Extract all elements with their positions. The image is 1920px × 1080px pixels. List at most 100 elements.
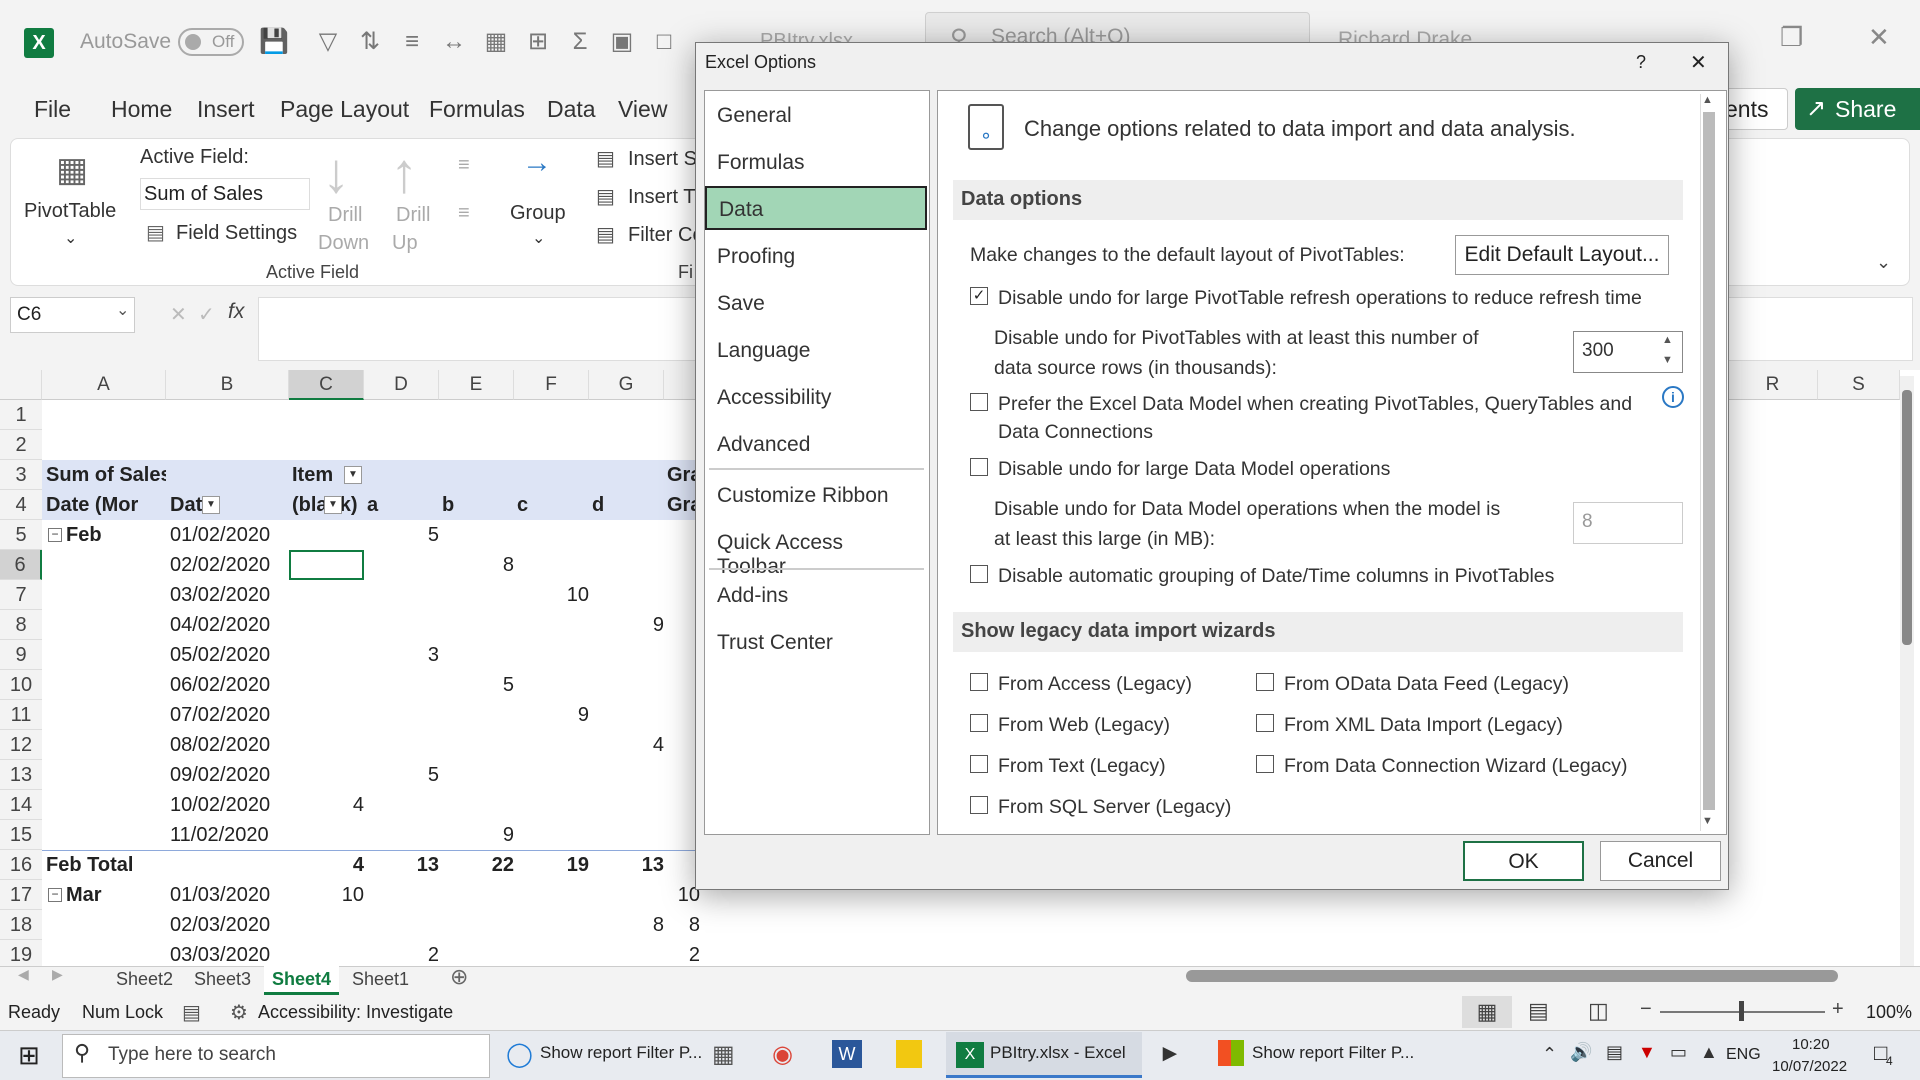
add-sheet-icon[interactable]: ⊕ (450, 964, 468, 990)
row-header[interactable]: 2 (0, 430, 42, 460)
prefer-data-model-label-line2[interactable]: Data Connections (998, 421, 1153, 444)
nav-trust-center[interactable]: Trust Center (705, 621, 927, 665)
pivot-cell[interactable]: 8 (667, 910, 700, 940)
nav-quick-access-toolbar[interactable]: Quick Access Toolbar (705, 521, 927, 578)
menu-formulas[interactable]: Formulas (429, 96, 525, 123)
dialog-close-icon[interactable]: ✕ (1690, 50, 1707, 75)
pivot-cell[interactable]: 13 (367, 850, 439, 880)
row-header[interactable]: 7 (0, 580, 42, 610)
row-header[interactable]: 12 (0, 730, 42, 760)
menu-insert[interactable]: Insert (197, 96, 255, 123)
zoom-out-icon[interactable]: − (1640, 998, 1652, 1021)
collapse-group-icon[interactable]: − (48, 528, 62, 542)
pivot-cell[interactable]: b (442, 490, 514, 520)
from-sql-server-label[interactable]: From SQL Server (Legacy) (998, 796, 1231, 819)
pivot-cell[interactable]: 13 (592, 850, 664, 880)
pivot-cell[interactable]: a (367, 490, 439, 520)
pivot-cell[interactable]: 9 (517, 700, 589, 730)
row-header[interactable]: 8 (0, 610, 42, 640)
disable-undo-model-label[interactable]: Disable undo for large Data Model operat… (998, 458, 1390, 481)
filter-connections-button[interactable]: Filter Co (628, 224, 704, 247)
restore-icon[interactable]: ❐ (1780, 22, 1803, 53)
insert-function-icon[interactable]: fx (228, 300, 244, 324)
pivot-cell[interactable]: 8 (592, 910, 664, 940)
nav-language[interactable]: Language (705, 329, 927, 373)
row-header[interactable]: 1 (0, 400, 42, 430)
options-scroll-thumb[interactable] (1703, 112, 1715, 810)
vertical-scroll-thumb[interactable] (1902, 390, 1912, 645)
row-header[interactable]: 18 (0, 910, 42, 940)
pivot-cell[interactable]: 04/02/2020 (170, 610, 289, 640)
menu-data[interactable]: Data (547, 96, 596, 123)
active-field-input[interactable]: Sum of Sales (140, 178, 310, 210)
from-data-connection-label[interactable]: From Data Connection Wizard (Legacy) (1284, 755, 1628, 778)
pivot-cell[interactable]: 19 (517, 850, 589, 880)
chevron-down-icon[interactable]: ⌄ (64, 228, 77, 248)
drill-up-label-1[interactable]: Drill (396, 204, 430, 227)
pivot-cell[interactable]: Date (Mor (46, 490, 166, 520)
drill-down-label-2[interactable]: Down (318, 232, 369, 255)
taskbar-item-excel[interactable]: PBItry.xlsx - Excel (990, 1043, 1126, 1063)
windows-start-icon[interactable]: ⊞ (18, 1040, 40, 1071)
pivot-cell[interactable]: 06/02/2020 (170, 670, 289, 700)
from-data-connection-checkbox[interactable] (1256, 755, 1274, 773)
insert-timeline-button[interactable]: Insert T (628, 186, 695, 209)
nav-proofing[interactable]: Proofing (705, 235, 927, 279)
antivirus-icon[interactable]: ▼ (1638, 1042, 1656, 1063)
row-header[interactable]: 17 (0, 880, 42, 910)
prefer-data-model-checkbox[interactable] (970, 393, 988, 411)
disable-undo-refresh-label[interactable]: Disable undo for large PivotTable refres… (998, 287, 1642, 310)
fit-icon[interactable]: ↔ (438, 26, 470, 58)
nav-save[interactable]: Save (705, 282, 927, 326)
pivot-cell[interactable]: 4 (292, 850, 364, 880)
ribbon-collapse-icon[interactable]: ⌄ (1876, 252, 1891, 273)
tab-sheet3[interactable]: Sheet3 (186, 966, 259, 992)
from-access-checkbox[interactable] (970, 673, 988, 691)
network-icon[interactable]: ▤ (1606, 1042, 1623, 1063)
volume-icon[interactable]: 🔊 (1570, 1042, 1592, 1063)
macro-record-icon[interactable]: ▤ (182, 1000, 201, 1025)
powerbi-icon[interactable] (896, 1040, 922, 1068)
row-header[interactable]: 5 (0, 520, 42, 550)
word-icon[interactable]: W (832, 1040, 862, 1068)
from-odata-label[interactable]: From OData Data Feed (Legacy) (1284, 673, 1569, 696)
nav-general[interactable]: General (705, 94, 927, 138)
pivot-cell[interactable]: 10 (517, 580, 589, 610)
pivot-cell[interactable]: 01/03/2020 (170, 880, 289, 910)
cancel-entry-icon[interactable]: ✕ (170, 302, 187, 327)
taskbar-item-edge[interactable]: Show report Filter P... (540, 1043, 702, 1063)
page-break-view-icon[interactable]: ◫ (1588, 998, 1609, 1024)
collapse-field-icon[interactable]: ≡ (458, 202, 470, 225)
pivot-cell[interactable]: 9 (592, 610, 664, 640)
taskbar-item-report[interactable]: Show report Filter P... (1252, 1043, 1414, 1063)
language-indicator[interactable]: ENG (1726, 1046, 1761, 1064)
calculator-app-icon[interactable]: ▦ (712, 1040, 735, 1069)
pivot-cell[interactable]: 8 (442, 550, 514, 580)
drill-up-label-2[interactable]: Up (392, 232, 418, 255)
collapse-group-icon[interactable]: − (48, 888, 62, 902)
row-header[interactable]: 16 (0, 850, 42, 880)
pivot-cell[interactable]: 05/02/2020 (170, 640, 289, 670)
menu-view[interactable]: View (618, 96, 667, 123)
accessibility-status[interactable]: Accessibility: Investigate (258, 1002, 453, 1023)
pivot-cell[interactable]: 11/02/2020 (170, 820, 289, 850)
menu-page-layout[interactable]: Page Layout (280, 96, 409, 123)
dialog-help-button[interactable]: ? (1636, 52, 1646, 73)
filter-icon[interactable]: ▽ (312, 26, 344, 58)
pivot-cell[interactable]: Feb (46, 520, 166, 550)
row-header[interactable]: 3 (0, 460, 42, 490)
disable-grouping-label[interactable]: Disable automatic grouping of Date/Time … (998, 565, 1554, 588)
tray-chevron-icon[interactable]: ⌃ (1542, 1044, 1557, 1065)
pivot-cell[interactable]: Sum of Sales (46, 460, 166, 490)
pivot-cell[interactable]: 09/02/2020 (170, 760, 289, 790)
disable-undo-refresh-checkbox[interactable]: ✓ (970, 287, 988, 305)
insert-slicer-button[interactable]: Insert S (628, 148, 697, 171)
info-icon[interactable]: i (1662, 386, 1684, 408)
autosum-icon[interactable]: Σ (564, 26, 596, 58)
pivot-cell[interactable]: 07/02/2020 (170, 700, 289, 730)
borders-icon[interactable]: ⊞ (522, 26, 554, 58)
pivot-cell[interactable]: Mar (46, 880, 166, 910)
align-icon[interactable]: ≡ (396, 26, 428, 58)
pivot-filter-dropdown-icon[interactable]: ▼ (344, 466, 362, 484)
pivottable-button[interactable]: PivotTable (24, 200, 116, 223)
